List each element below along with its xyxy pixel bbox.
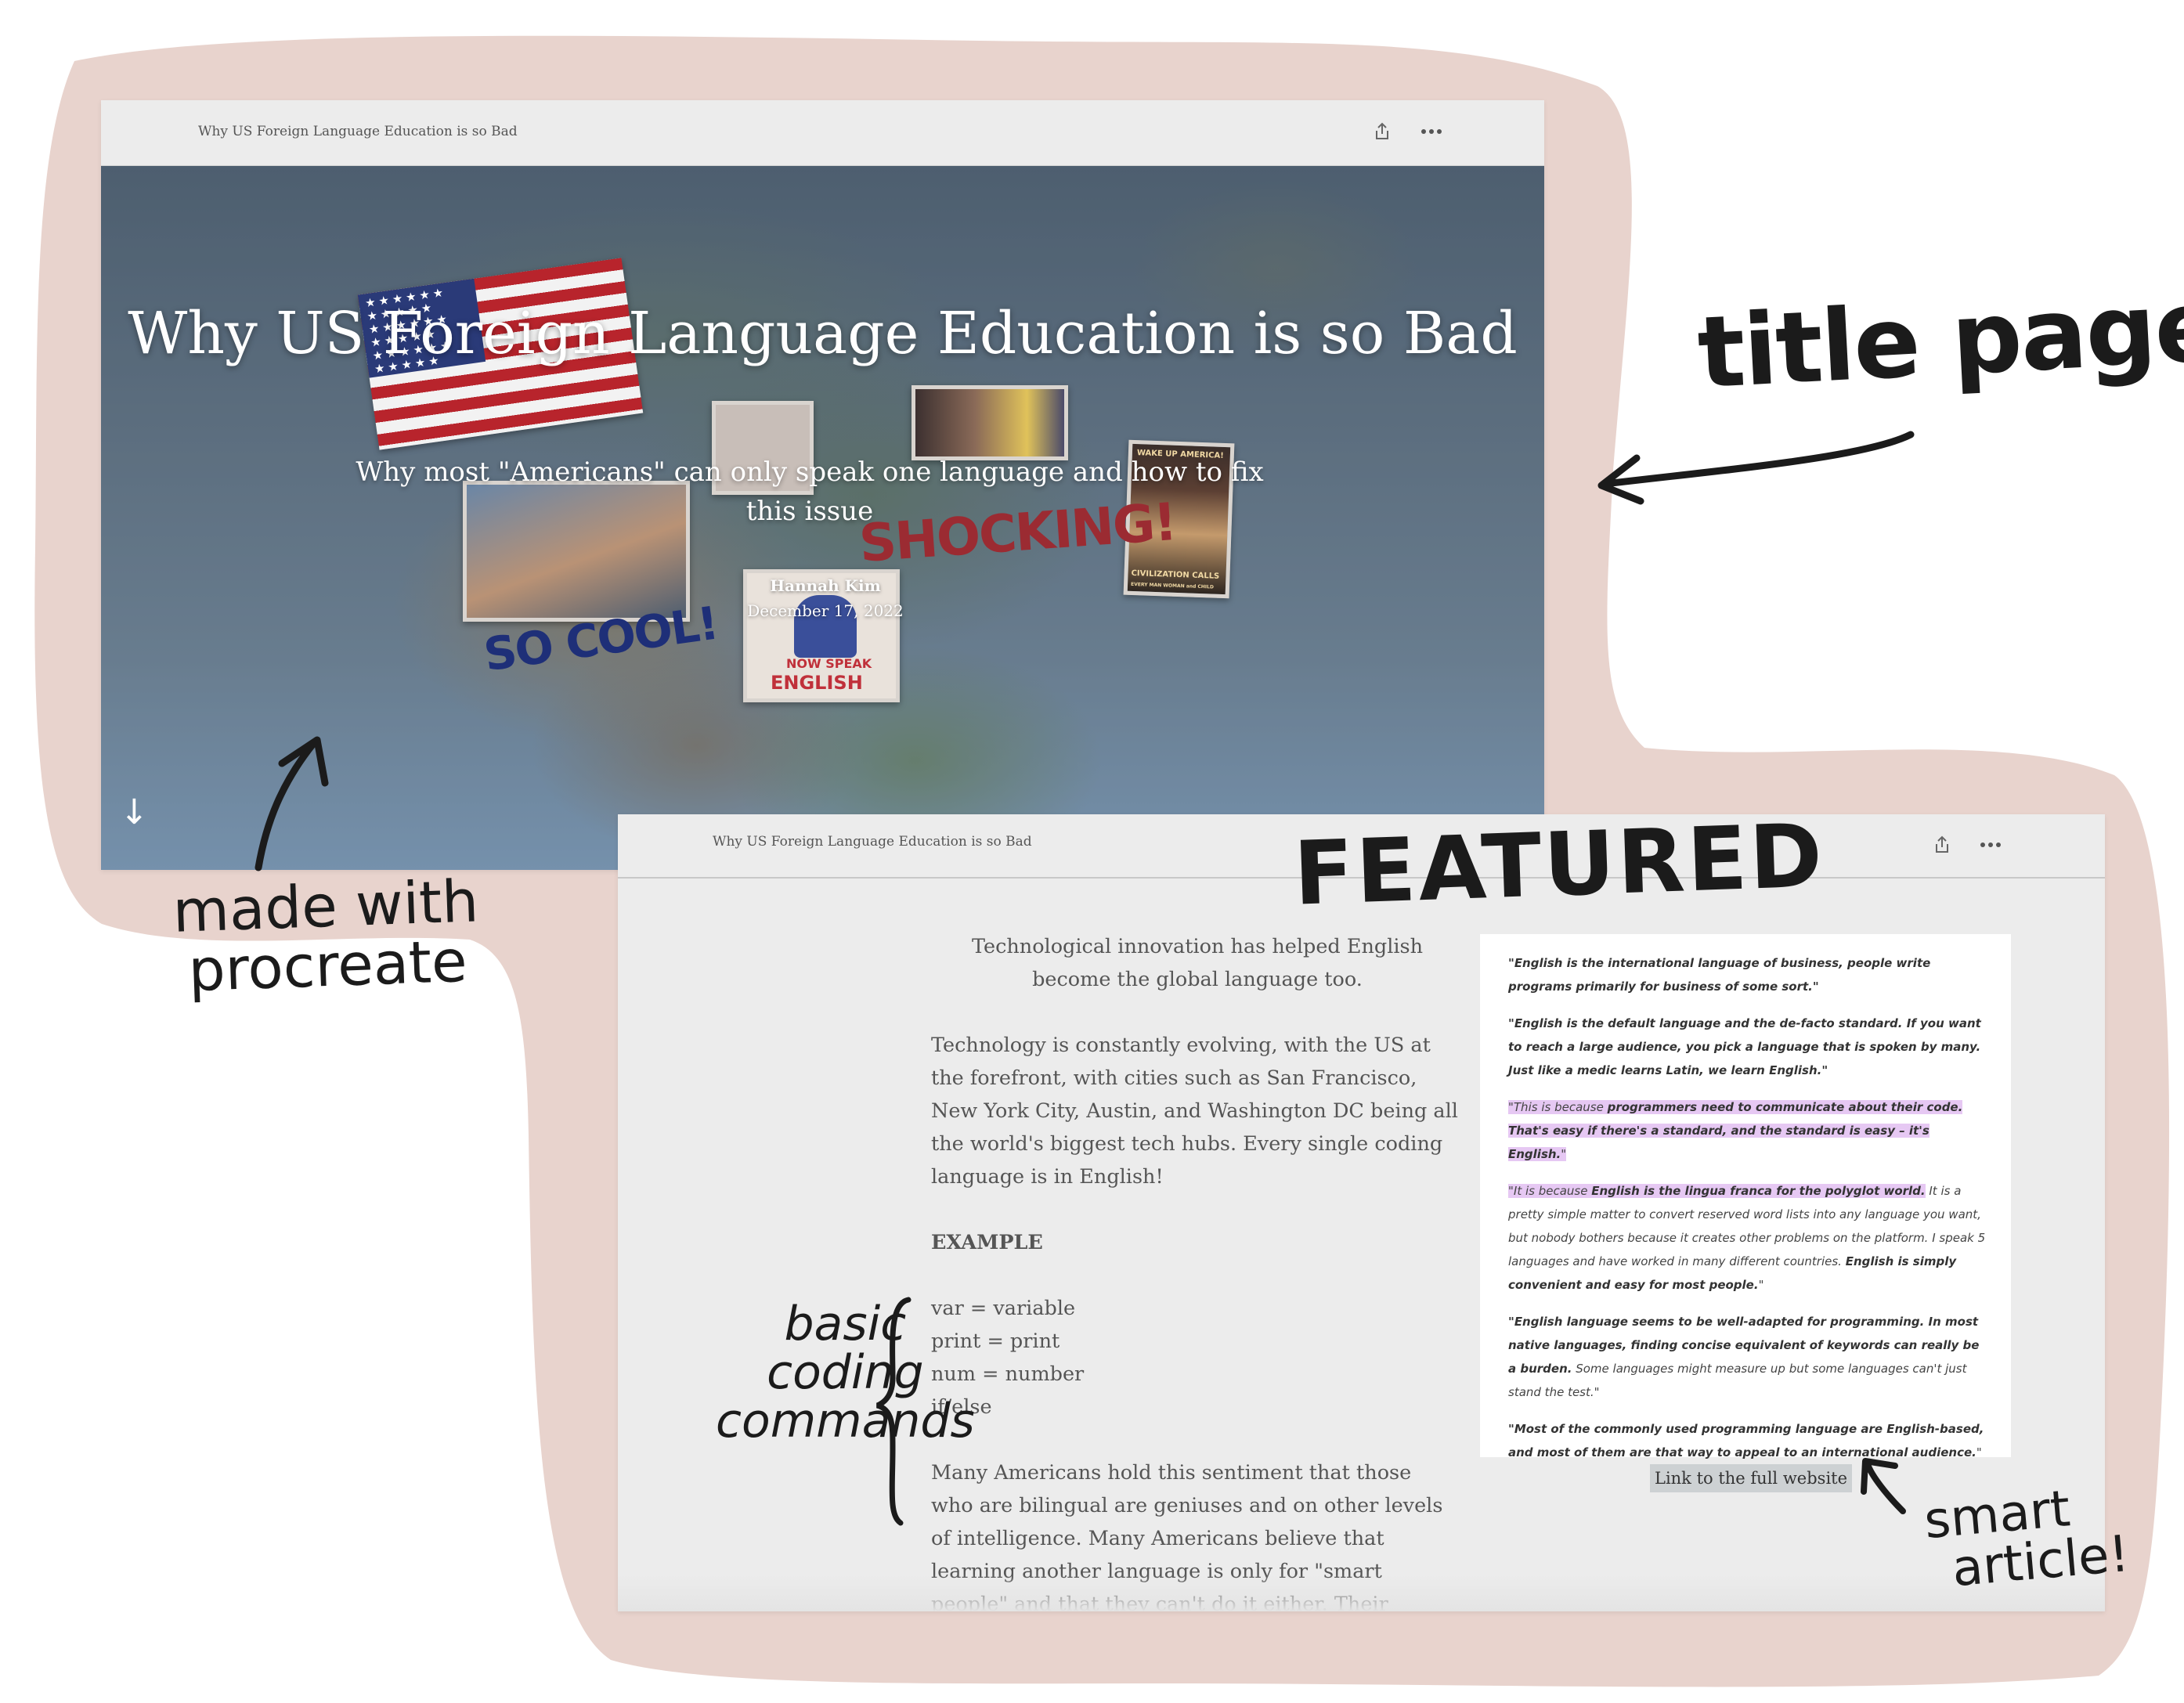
basic-coding-annotation: basic coding commands bbox=[716, 1300, 975, 1445]
hero-map-image: ★★★★★★ ★★★★★ ★★★★★★ ★★★★★ ★★★★★★ ★★★★★ NOW SP… bbox=[101, 166, 1544, 870]
quote-4-bold: English is the lingua franca for the pol… bbox=[1591, 1184, 1926, 1198]
intro-paragraph: Technological innovation has helped Engl… bbox=[971, 935, 1424, 991]
quote-4: "It is because English is the lingua fra… bbox=[1508, 1179, 1986, 1297]
story-title-window: Why US Foreign Language Education is so … bbox=[101, 100, 1544, 870]
quote-6-bold: "Most of the commonly used programming l… bbox=[1508, 1422, 1984, 1459]
featured-annotation: FEATURED bbox=[1291, 805, 1827, 925]
hero-title: Why US Foreign Language Education is so … bbox=[128, 300, 1518, 367]
article-title-label: Why US Foreign Language Education is so … bbox=[713, 834, 1032, 850]
hero-date: December 17, 2022 bbox=[747, 601, 904, 620]
procreate-line: procreate bbox=[187, 927, 468, 1005]
quote-5: "English language seems to be well-adapt… bbox=[1508, 1310, 1986, 1404]
story-title-label: Why US Foreign Language Education is so … bbox=[198, 124, 518, 139]
arrow-down-icon[interactable]: ↓ bbox=[120, 792, 149, 832]
story-top-bar: Why US Foreign Language Education is so … bbox=[101, 100, 1544, 166]
coding-line: coding bbox=[767, 1345, 924, 1400]
more-horizontal-icon[interactable] bbox=[1980, 842, 2001, 848]
smart-article-annotation: smart article! bbox=[1922, 1479, 2131, 1598]
quote-5-body: Some languages might measure up but some… bbox=[1508, 1362, 1967, 1399]
commands-line: commands bbox=[716, 1394, 975, 1449]
bottom-fade bbox=[618, 1574, 2105, 1611]
quote-4-end: " bbox=[1758, 1278, 1764, 1292]
quote-3-lead: "This is because bbox=[1508, 1100, 1608, 1114]
quote-3-end: " bbox=[1561, 1147, 1567, 1161]
full-website-link[interactable]: Link to the full website bbox=[1650, 1464, 1853, 1492]
more-horizontal-icon[interactable] bbox=[1421, 128, 1442, 135]
share-icon[interactable] bbox=[1374, 122, 1391, 141]
story-article-window: Why US Foreign Language Education is so … bbox=[618, 814, 2105, 1611]
hero-subtitle: Why most "Americans" can only speak one … bbox=[356, 456, 1264, 527]
quote-1: "English is the international language o… bbox=[1508, 951, 1986, 998]
tech-paragraph: Technology is constantly evolving, with … bbox=[931, 1034, 1458, 1189]
now-speak-label: NOW SPEAK bbox=[786, 656, 872, 671]
quote-6-end: " bbox=[1976, 1445, 1982, 1459]
meme-sticker bbox=[912, 385, 1068, 460]
quote-4-lead: "It is because bbox=[1508, 1184, 1592, 1198]
quote-2-text: "English is the default language and the… bbox=[1508, 1016, 1981, 1077]
quote-2: "English is the default language and the… bbox=[1508, 1012, 1986, 1082]
quotes-card: "English is the international language o… bbox=[1480, 934, 2011, 1459]
quote-1-text: "English is the international language o… bbox=[1508, 956, 1931, 994]
basic-line: basic bbox=[784, 1297, 907, 1351]
hero-author: Hannah Kim bbox=[770, 576, 881, 595]
quote-3: "This is because programmers need to com… bbox=[1508, 1095, 1986, 1166]
made-with-procreate-annotation: made with procreate bbox=[171, 868, 482, 1005]
quote-6: "Most of the commonly used programming l… bbox=[1508, 1417, 1986, 1464]
share-icon[interactable] bbox=[1933, 835, 1951, 854]
english-label: ENGLISH bbox=[771, 672, 863, 694]
